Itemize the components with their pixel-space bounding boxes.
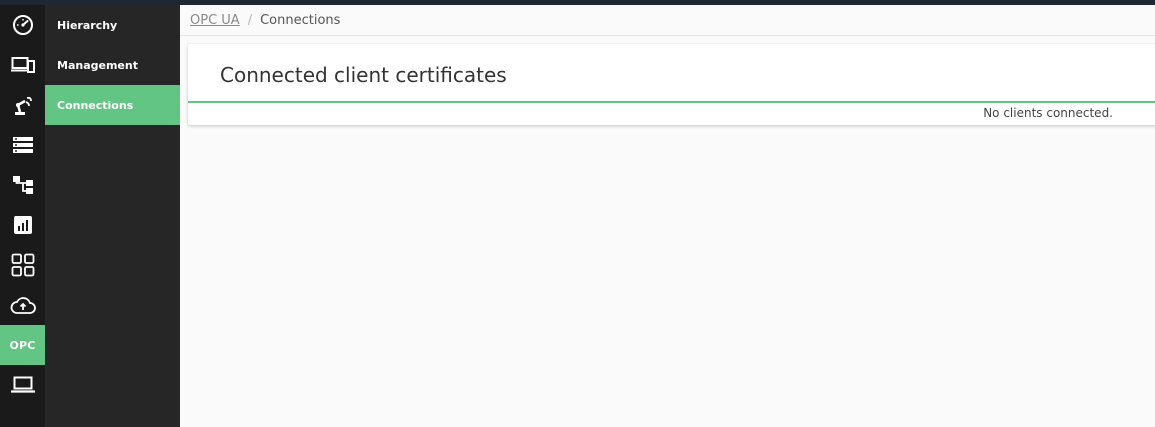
rail-item-cloud[interactable] bbox=[0, 285, 45, 325]
subnav-item-management[interactable]: Management bbox=[45, 45, 180, 85]
rail-item-laptop[interactable] bbox=[0, 365, 45, 405]
breadcrumb-current: Connections bbox=[260, 12, 341, 28]
speedometer-icon bbox=[12, 14, 34, 36]
rail-item-devices[interactable] bbox=[0, 45, 45, 85]
rail-item-opc[interactable]: OPC bbox=[0, 325, 45, 365]
icon-rail: OPC bbox=[0, 5, 45, 427]
rail-item-dashboard[interactable] bbox=[0, 5, 45, 45]
breadcrumb-link-opc-ua[interactable]: OPC UA bbox=[190, 13, 240, 28]
bar-chart-icon bbox=[13, 215, 33, 235]
subnav-item-connections[interactable]: Connections bbox=[45, 85, 180, 125]
cloud-upload-icon bbox=[10, 295, 36, 315]
robot-arm-icon bbox=[12, 94, 34, 116]
hierarchy-tree-icon bbox=[12, 175, 34, 195]
rail-item-robot[interactable] bbox=[0, 85, 45, 125]
devices-icon bbox=[10, 55, 35, 75]
rail-item-servers[interactable] bbox=[0, 125, 45, 165]
subnav: Hierarchy Management Connections bbox=[45, 5, 180, 427]
main-content: OPC UA / Connections Connected client ce… bbox=[180, 5, 1155, 427]
laptop-icon bbox=[10, 376, 35, 394]
rail-item-reports[interactable] bbox=[0, 205, 45, 245]
breadcrumb-separator: / bbox=[247, 12, 253, 28]
empty-state-message: No clients connected. bbox=[983, 106, 1113, 120]
client-certificates-card: Connected client certificates No clients… bbox=[188, 44, 1155, 125]
opc-text-icon: OPC bbox=[9, 338, 36, 352]
card-divider bbox=[188, 101, 1155, 103]
breadcrumb: OPC UA / Connections bbox=[180, 5, 1155, 36]
rail-item-hierarchy[interactable] bbox=[0, 165, 45, 205]
server-list-icon bbox=[12, 136, 34, 154]
rail-item-apps[interactable] bbox=[0, 245, 45, 285]
apps-grid-icon bbox=[11, 253, 35, 277]
card-title: Connected client certificates bbox=[220, 63, 507, 87]
subnav-item-hierarchy[interactable]: Hierarchy bbox=[45, 5, 180, 45]
